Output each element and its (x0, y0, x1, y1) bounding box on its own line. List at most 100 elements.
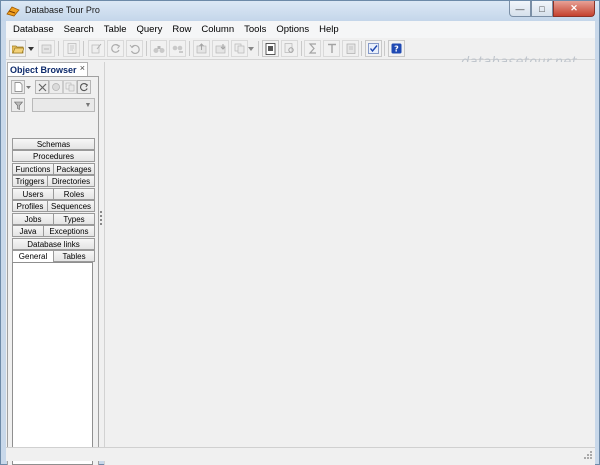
new-object-button[interactable] (11, 80, 25, 94)
chevron-down-icon (27, 46, 34, 51)
print-preview-button[interactable] (281, 40, 298, 57)
menu-row[interactable]: Row (168, 24, 195, 35)
edit-icon (91, 43, 102, 54)
close-button[interactable]: ✕ (553, 1, 595, 17)
refresh-icon (111, 44, 121, 53)
menu-table[interactable]: Table (100, 24, 131, 35)
filter-icon (13, 101, 23, 110)
aggregate-button[interactable] (304, 40, 321, 57)
properties-button[interactable] (63, 40, 80, 57)
edit-button[interactable] (88, 40, 105, 57)
tab-row: Java Exceptions (12, 225, 95, 237)
resize-grip-icon[interactable] (583, 450, 593, 460)
filter-combo[interactable]: ▼ (32, 98, 95, 112)
sigma-icon (308, 43, 316, 54)
close-database-button[interactable] (38, 40, 55, 57)
tab-row: Schemas (12, 138, 95, 150)
find-button[interactable] (150, 40, 167, 57)
check-button[interactable] (365, 40, 382, 57)
tab-roles[interactable]: Roles (53, 188, 95, 200)
menu-search[interactable]: Search (60, 24, 98, 35)
panel-close-icon[interactable]: × (80, 63, 85, 73)
menu-database[interactable]: Database (9, 24, 58, 35)
toolbar-separator (83, 41, 84, 56)
main-toolbar: ? databasetour.net (6, 38, 595, 70)
tab-row: Profiles Sequences (12, 200, 95, 212)
tab-row: General Tables (12, 250, 95, 263)
tab-row: Functions Packages (12, 163, 95, 175)
refresh-icon (79, 83, 89, 92)
window-title: Database Tour Pro (25, 5, 100, 15)
menu-column[interactable]: Column (197, 24, 238, 35)
tab-packages[interactable]: Packages (53, 163, 95, 175)
svg-text:?: ? (394, 45, 399, 54)
tab-directories[interactable]: Directories (47, 175, 95, 187)
title-bar[interactable]: Database Tour Pro — □ ✕ (1, 1, 599, 21)
object-browser-panel: ▼ Schemas Procedures Functions Packages … (7, 76, 99, 465)
tab-row: Jobs Types (12, 213, 95, 225)
find-next-button[interactable] (169, 40, 186, 57)
tab-users[interactable]: Users (12, 188, 54, 200)
database-close-icon (41, 44, 52, 53)
import-button[interactable] (212, 40, 229, 57)
object-copy-button[interactable] (63, 80, 77, 94)
menu-bar: Database Search Table Query Row Column T… (6, 21, 595, 38)
object-list[interactable] (12, 262, 93, 465)
toolbar-separator (384, 41, 385, 56)
tab-sequences[interactable]: Sequences (47, 200, 95, 212)
export-button[interactable] (193, 40, 210, 57)
menu-tools[interactable]: Tools (240, 24, 270, 35)
export-icon (196, 43, 207, 54)
menu-options[interactable]: Options (272, 24, 313, 35)
minimize-button[interactable]: — (509, 1, 531, 17)
object-toolbar (11, 80, 97, 95)
tab-row: Users Roles (12, 188, 95, 200)
toolbar-separator (361, 41, 362, 56)
app-logo-icon (6, 6, 20, 17)
menu-query[interactable]: Query (133, 24, 167, 35)
delete-object-button[interactable] (35, 80, 49, 94)
notes-button[interactable] (342, 40, 359, 57)
tab-exceptions[interactable]: Exceptions (43, 225, 95, 237)
tab-database-links[interactable]: Database links (12, 238, 95, 250)
import-icon (215, 44, 226, 54)
binoculars-icon (153, 45, 164, 53)
maximize-button[interactable]: □ (531, 1, 553, 17)
report-icon (265, 42, 276, 55)
toolbar-separator (189, 41, 190, 56)
tab-types[interactable]: Types (53, 213, 95, 225)
checklist-icon (368, 43, 379, 54)
new-object-dropdown[interactable] (24, 80, 32, 94)
object-browser-tab[interactable]: Object Browser × (7, 62, 88, 76)
panel-splitter-handle[interactable] (99, 209, 103, 227)
object-properties-button[interactable] (49, 80, 63, 94)
tab-functions[interactable]: Functions (12, 163, 54, 175)
refresh-button[interactable] (107, 40, 124, 57)
app-window: Database Tour Pro — □ ✕ Database Search … (0, 0, 600, 465)
open-dropdown-button[interactable] (26, 40, 35, 57)
tab-jobs[interactable]: Jobs (12, 213, 54, 225)
tab-java[interactable]: Java (12, 225, 44, 237)
tab-triggers[interactable]: Triggers (12, 175, 48, 187)
tab-schemas[interactable]: Schemas (12, 138, 95, 150)
text-button[interactable] (323, 40, 340, 57)
object-refresh-button[interactable] (77, 80, 91, 94)
tab-tables[interactable]: Tables (53, 250, 95, 262)
properties-icon (52, 83, 60, 91)
tab-row: Procedures (12, 150, 95, 162)
maximize-icon: □ (539, 3, 545, 14)
tab-profiles[interactable]: Profiles (12, 200, 48, 212)
undo-button[interactable] (126, 40, 143, 57)
filter-button[interactable] (11, 98, 25, 112)
open-database-button[interactable] (9, 40, 26, 57)
help-button[interactable]: ? (388, 40, 405, 57)
tab-row: Database links (12, 238, 95, 250)
tab-procedures[interactable]: Procedures (12, 150, 95, 162)
delete-icon (38, 83, 46, 91)
menu-help[interactable]: Help (315, 24, 343, 35)
report-button[interactable] (262, 40, 279, 57)
copy-dropdown-button[interactable] (246, 40, 255, 57)
main-workspace (104, 62, 595, 465)
toolbar-separator (301, 41, 302, 56)
undo-icon (129, 44, 140, 54)
